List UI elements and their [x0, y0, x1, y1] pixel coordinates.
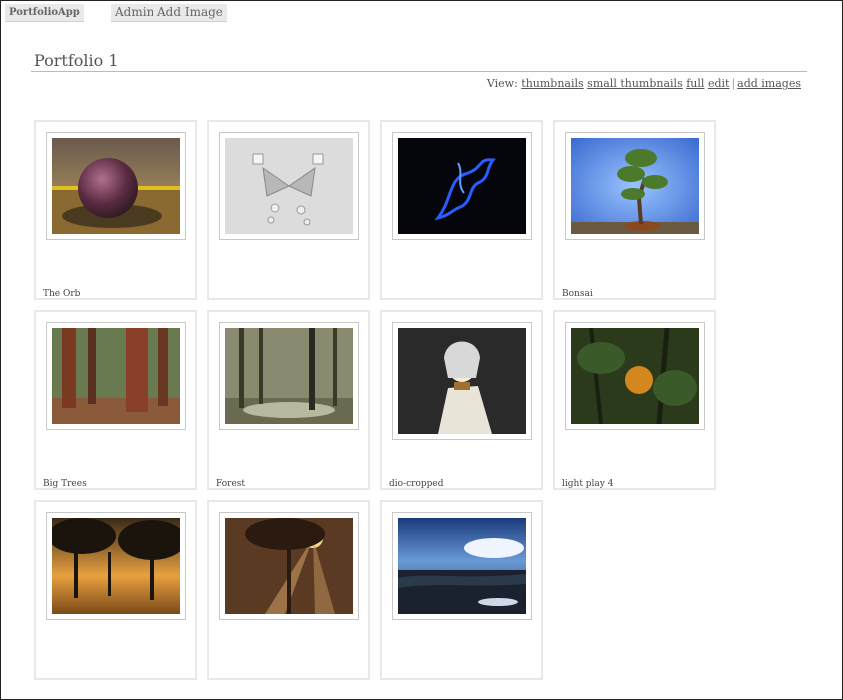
page-title: Portfolio 1 — [34, 51, 119, 70]
brand-link[interactable]: PortfolioApp — [5, 4, 84, 22]
image-caption: The Orb — [43, 289, 81, 299]
image-card[interactable] — [380, 500, 543, 680]
image-card[interactable]: dio-cropped — [380, 310, 543, 490]
image-caption: Forest — [216, 479, 246, 489]
thumbnail-frame — [219, 512, 359, 620]
thumbnail-image-blue-smoke[interactable] — [398, 138, 526, 234]
thumbnail-image-big-trees[interactable] — [52, 328, 180, 424]
thumbnail-frame — [219, 132, 359, 240]
image-card[interactable]: The Orb — [34, 120, 197, 300]
thumbnail-frame — [46, 322, 186, 430]
thumbnail-image-light-play[interactable] — [571, 328, 699, 424]
image-card[interactable] — [207, 120, 370, 300]
thumbnail-image-sunset-park[interactable] — [52, 518, 180, 614]
thumbnail-image-coast[interactable] — [398, 518, 526, 614]
view-small-thumbnails-link[interactable]: small thumbnails — [587, 77, 683, 90]
image-caption: Bonsai — [562, 289, 593, 299]
thumbnail-image-abstract[interactable] — [225, 138, 353, 234]
add-images-link[interactable]: add images — [737, 77, 801, 90]
admin-link[interactable]: Admin — [111, 4, 159, 22]
view-label: View: — [486, 77, 518, 90]
separator: | — [731, 77, 736, 90]
image-card[interactable]: Big Trees — [34, 310, 197, 490]
thumbnail-frame — [46, 132, 186, 240]
view-edit-link[interactable]: edit — [708, 77, 730, 90]
thumbnail-frame — [392, 512, 532, 620]
view-thumbnails-link[interactable]: thumbnails — [521, 77, 583, 90]
image-card[interactable]: Forest — [207, 310, 370, 490]
image-card[interactable] — [34, 500, 197, 680]
thumbnail-image-sunrays[interactable] — [225, 518, 353, 614]
thumbnail-image-dio[interactable] — [398, 328, 526, 434]
image-card[interactable] — [380, 120, 543, 300]
view-full-link[interactable]: full — [686, 77, 704, 90]
thumbnail-frame — [219, 322, 359, 430]
image-card[interactable]: Bonsai — [553, 120, 716, 300]
thumbnail-image-bonsai[interactable] — [571, 138, 699, 234]
thumbnail-frame — [565, 132, 705, 240]
thumbnail-image-forest[interactable] — [225, 328, 353, 424]
image-caption: dio-cropped — [389, 479, 444, 489]
title-divider — [31, 71, 807, 72]
add-image-link[interactable]: Add Image — [153, 4, 227, 22]
thumbnail-image-orb[interactable] — [52, 138, 180, 234]
thumbnail-frame — [392, 322, 532, 440]
thumbnail-frame — [565, 322, 705, 430]
thumbnail-frame — [392, 132, 532, 240]
image-caption: Big Trees — [43, 479, 87, 489]
image-card[interactable]: light play 4 — [553, 310, 716, 490]
image-card[interactable] — [207, 500, 370, 680]
view-options: View: thumbnails small thumbnails full e… — [487, 77, 801, 90]
thumbnail-frame — [46, 512, 186, 620]
image-caption: light play 4 — [562, 479, 614, 489]
